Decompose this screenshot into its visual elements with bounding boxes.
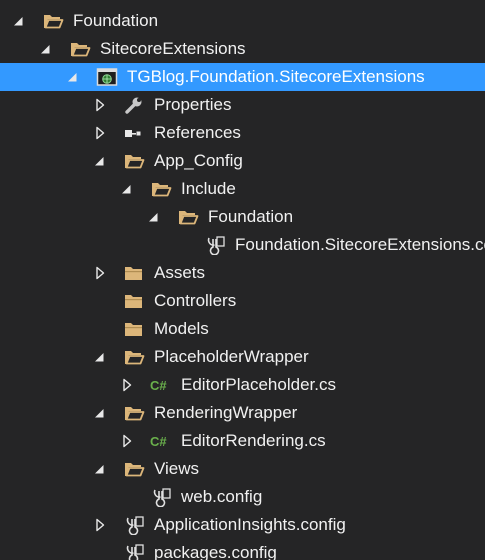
- config-file-icon: [123, 543, 145, 560]
- collapse-arrow-icon[interactable]: [120, 181, 134, 197]
- tree-item-label: SitecoreExtensions: [100, 39, 246, 58]
- folder-open-icon: [150, 179, 172, 199]
- config-file-icon: [123, 515, 145, 536]
- tree-row-models[interactable]: Models: [0, 315, 485, 343]
- collapse-arrow-icon[interactable]: [12, 13, 26, 29]
- collapse-arrow-icon[interactable]: [66, 69, 80, 85]
- collapse-arrow-icon[interactable]: [93, 405, 107, 421]
- tree-item-label: Foundation: [208, 207, 294, 226]
- tree-item-label: Include: [181, 179, 236, 198]
- tree-item-label: web.config: [181, 487, 263, 506]
- collapse-arrow-icon[interactable]: [39, 41, 53, 57]
- web-project-icon: [96, 67, 118, 87]
- expand-arrow-icon[interactable]: [93, 265, 107, 281]
- folder-open-icon: [42, 11, 64, 31]
- collapse-arrow-icon[interactable]: [93, 461, 107, 477]
- tree-row-placeholderwrapper[interactable]: PlaceholderWrapper: [0, 343, 485, 371]
- tree-row-applicationinsights-config[interactable]: ApplicationInsights.config: [0, 511, 485, 539]
- expand-arrow-icon[interactable]: [120, 433, 134, 449]
- folder-open-icon: [123, 151, 145, 171]
- tree-row-web-config[interactable]: web.config: [0, 483, 485, 511]
- solution-explorer-tree[interactable]: Foundation SitecoreExtensions TGBlog.Found…: [0, 0, 485, 560]
- svg-text:C#: C#: [150, 378, 167, 393]
- tree-item-label: Controllers: [154, 291, 237, 310]
- folder-open-icon: [69, 39, 91, 59]
- config-file-icon: [150, 487, 172, 508]
- tree-item-label: TGBlog.Foundation.SitecoreExtensions: [127, 67, 425, 86]
- tree-item-label: EditorPlaceholder.cs: [181, 375, 336, 394]
- tree-row-editorplaceholder-cs[interactable]: C# EditorPlaceholder.cs: [0, 371, 485, 399]
- tree-item-label: packages.config: [154, 543, 277, 560]
- tree-row-foundation[interactable]: Foundation: [0, 7, 485, 35]
- tree-item-label: RenderingWrapper: [154, 403, 298, 422]
- tree-row-sitecoreextensions[interactable]: SitecoreExtensions: [0, 35, 485, 63]
- collapse-arrow-icon[interactable]: [93, 349, 107, 365]
- tree-item-label: PlaceholderWrapper: [154, 347, 309, 366]
- references-icon: [123, 123, 145, 143]
- tree-item-label: ApplicationInsights.config: [154, 515, 346, 534]
- config-file-icon: [204, 235, 226, 256]
- wrench-icon: [123, 95, 145, 115]
- tree-row-app-config[interactable]: App_Config: [0, 147, 485, 175]
- tree-row-packages-config[interactable]: packages.config: [0, 539, 485, 560]
- svg-text:C#: C#: [150, 434, 167, 449]
- expand-arrow-icon[interactable]: [120, 377, 134, 393]
- tree-item-label: Views: [154, 459, 200, 478]
- tree-row-foundation-sitecoreextensions-config[interactable]: Foundation.SitecoreExtensions.config: [0, 231, 485, 259]
- tree-row-views[interactable]: Views: [0, 455, 485, 483]
- tree-item-label: References: [154, 123, 241, 142]
- tree-row-foundation[interactable]: Foundation: [0, 203, 485, 231]
- expand-arrow-icon[interactable]: [93, 125, 107, 141]
- tree-item-label: Foundation: [73, 11, 159, 30]
- folder-closed-icon: [123, 319, 145, 339]
- collapse-arrow-icon[interactable]: [147, 209, 161, 225]
- tree-item-label: Models: [154, 319, 209, 338]
- tree-row-renderingwrapper[interactable]: RenderingWrapper: [0, 399, 485, 427]
- tree-row-assets[interactable]: Assets: [0, 259, 485, 287]
- expand-arrow-icon[interactable]: [93, 97, 107, 113]
- expand-arrow-icon[interactable]: [93, 517, 107, 533]
- folder-open-icon: [177, 207, 199, 227]
- tree-item-label: Foundation.SitecoreExtensions.config: [235, 235, 485, 254]
- csharp-file-icon: C#: [150, 375, 172, 395]
- folder-closed-icon: [123, 263, 145, 283]
- tree-item-label: Assets: [154, 263, 206, 282]
- tree-item-label: EditorRendering.cs: [181, 431, 326, 450]
- folder-closed-icon: [123, 291, 145, 311]
- folder-open-icon: [123, 459, 145, 479]
- tree-row-editorrendering-cs[interactable]: C# EditorRendering.cs: [0, 427, 485, 455]
- tree-item-label: Properties: [154, 95, 232, 114]
- tree-row-tgblog-foundation-sitecoreextensions[interactable]: TGBlog.Foundation.SitecoreExtensions: [0, 63, 485, 91]
- folder-open-icon: [123, 347, 145, 367]
- folder-open-icon: [123, 403, 145, 423]
- csharp-file-icon: C#: [150, 431, 172, 451]
- collapse-arrow-icon[interactable]: [93, 153, 107, 169]
- tree-row-controllers[interactable]: Controllers: [0, 287, 485, 315]
- tree-row-include[interactable]: Include: [0, 175, 485, 203]
- tree-item-label: App_Config: [154, 151, 243, 170]
- tree-row-properties[interactable]: Properties: [0, 91, 485, 119]
- tree-row-references[interactable]: References: [0, 119, 485, 147]
